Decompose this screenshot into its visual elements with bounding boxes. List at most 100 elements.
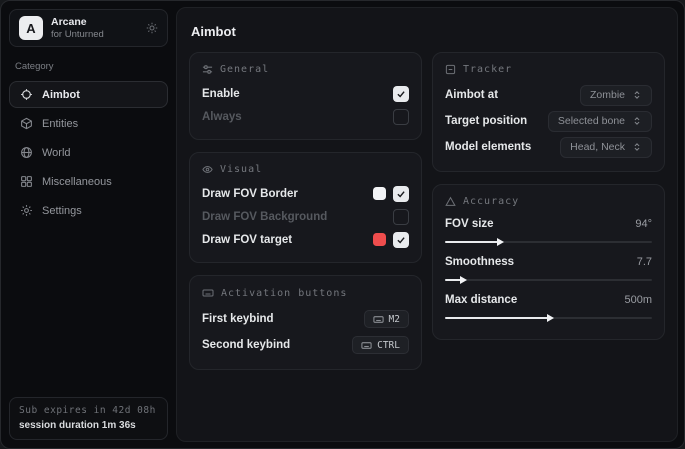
activation-buttons-card: Activation buttons First keybind M2 bbox=[189, 275, 422, 370]
sidebar-item-aimbot[interactable]: Aimbot bbox=[9, 81, 168, 108]
setting-row-first-keybind: First keybind M2 bbox=[202, 306, 409, 332]
setting-label: Target position bbox=[445, 115, 527, 127]
brand-card: A Arcane for Unturned bbox=[9, 9, 168, 47]
setting-row-model-elements: Model elements Head, Neck bbox=[445, 134, 652, 160]
right-column: Tracker Aimbot at Zombie bbox=[432, 52, 665, 340]
setting-label: Model elements bbox=[445, 141, 531, 153]
setting-label: FOV size bbox=[445, 218, 494, 230]
sliders-icon bbox=[202, 64, 213, 75]
slider-group-max-distance: Max distance 500m bbox=[445, 290, 652, 324]
slider-group-fov-size: FOV size 94° bbox=[445, 214, 652, 248]
triangle-icon bbox=[445, 196, 456, 207]
fov-size-slider[interactable] bbox=[445, 236, 652, 248]
enable-checkbox[interactable] bbox=[393, 86, 409, 102]
slider-group-smoothness: Smoothness 7.7 bbox=[445, 252, 652, 286]
gear-icon bbox=[20, 204, 33, 217]
setting-row-fov-target: Draw FOV target bbox=[202, 228, 409, 251]
keyboard-icon bbox=[361, 340, 372, 351]
slider-thumb[interactable] bbox=[547, 314, 554, 322]
slider-track bbox=[445, 279, 652, 281]
select-value: Zombie bbox=[590, 89, 625, 101]
smoothness-slider[interactable] bbox=[445, 274, 652, 286]
sidebar-item-label: World bbox=[42, 147, 71, 159]
setting-label: Second keybind bbox=[202, 339, 290, 351]
select-value: Head, Neck bbox=[570, 141, 625, 153]
setting-label: Draw FOV target bbox=[202, 234, 292, 246]
aimbot-at-select[interactable]: Zombie bbox=[580, 85, 652, 106]
slider-thumb[interactable] bbox=[497, 238, 504, 246]
keybind-value: CTRL bbox=[377, 340, 400, 351]
second-keybind-button[interactable]: CTRL bbox=[352, 336, 409, 354]
keyboard-icon bbox=[202, 287, 214, 299]
cube-icon bbox=[20, 117, 33, 130]
fov-border-checkbox[interactable] bbox=[393, 186, 409, 202]
fov-target-color-swatch[interactable] bbox=[373, 233, 386, 246]
slider-thumb[interactable] bbox=[460, 276, 467, 284]
fov-target-checkbox[interactable] bbox=[393, 232, 409, 248]
page-title: Aimbot bbox=[191, 24, 665, 39]
sub-expiry-text: Sub expires in 42d 08h bbox=[19, 405, 158, 416]
sidebar-item-entities[interactable]: Entities bbox=[9, 110, 168, 137]
setting-label: Always bbox=[202, 111, 242, 123]
general-card: General Enable Always bbox=[189, 52, 422, 140]
card-title: Visual bbox=[220, 164, 262, 175]
keybind-value: M2 bbox=[389, 314, 400, 325]
setting-label: Draw FOV Border bbox=[202, 188, 298, 200]
crosshair-icon bbox=[20, 88, 33, 101]
always-checkbox[interactable] bbox=[393, 109, 409, 125]
card-title: Tracker bbox=[463, 64, 512, 75]
setting-label: Aimbot at bbox=[445, 89, 498, 101]
setting-row-fov-border: Draw FOV Border bbox=[202, 182, 409, 205]
eye-icon bbox=[202, 164, 213, 175]
left-column: General Enable Always bbox=[189, 52, 422, 370]
sidebar-nav: Aimbot Entities World bbox=[9, 81, 168, 224]
select-value: Selected bone bbox=[558, 115, 625, 127]
setting-label: Enable bbox=[202, 88, 240, 100]
sidebar-item-miscellaneous[interactable]: Miscellaneous bbox=[9, 168, 168, 195]
setting-row-always: Always bbox=[202, 105, 409, 128]
brand-subtitle: for Unturned bbox=[51, 29, 104, 40]
setting-row-second-keybind: Second keybind CTRL bbox=[202, 332, 409, 358]
tracker-card: Tracker Aimbot at Zombie bbox=[432, 52, 665, 172]
sidebar-item-label: Aimbot bbox=[42, 89, 80, 101]
fov-background-checkbox[interactable] bbox=[393, 209, 409, 225]
setting-label: Smoothness bbox=[445, 256, 514, 268]
slider-value: 7.7 bbox=[637, 256, 652, 268]
gear-icon[interactable] bbox=[146, 22, 158, 34]
setting-label: First keybind bbox=[202, 313, 274, 325]
setting-row-fov-background: Draw FOV Background bbox=[202, 205, 409, 228]
category-label: Category bbox=[15, 61, 162, 72]
setting-label: Draw FOV Background bbox=[202, 211, 327, 223]
slider-fill bbox=[445, 317, 549, 319]
model-elements-select[interactable]: Head, Neck bbox=[560, 137, 652, 158]
sidebar-item-label: Miscellaneous bbox=[42, 176, 112, 188]
globe-icon bbox=[20, 146, 33, 159]
slider-fill bbox=[445, 241, 499, 243]
card-title: Accuracy bbox=[463, 196, 519, 207]
chevrons-up-down-icon bbox=[632, 116, 642, 126]
max-distance-slider[interactable] bbox=[445, 312, 652, 324]
slider-value: 94° bbox=[635, 218, 652, 230]
first-keybind-button[interactable]: M2 bbox=[364, 310, 409, 328]
sidebar-item-world[interactable]: World bbox=[9, 139, 168, 166]
subscription-status-card: Sub expires in 42d 08h session duration … bbox=[9, 397, 168, 440]
app-logo: A bbox=[19, 16, 43, 40]
card-title: Activation buttons bbox=[221, 288, 347, 299]
visual-card: Visual Draw FOV Border Draw FOV Backgrou… bbox=[189, 152, 422, 263]
sidebar: A Arcane for Unturned Category bbox=[1, 1, 176, 448]
target-position-select[interactable]: Selected bone bbox=[548, 111, 652, 132]
session-duration-text: session duration 1m 36s bbox=[19, 420, 158, 431]
keyboard-icon bbox=[373, 314, 384, 325]
slider-value: 500m bbox=[624, 294, 652, 306]
card-title: General bbox=[220, 64, 269, 75]
fov-border-color-swatch[interactable] bbox=[373, 187, 386, 200]
grid-icon bbox=[20, 175, 33, 188]
setting-row-enable: Enable bbox=[202, 82, 409, 105]
brand-text: Arcane for Unturned bbox=[51, 16, 104, 40]
logo-letter: A bbox=[26, 21, 35, 36]
app-window: A Arcane for Unturned Category bbox=[0, 0, 685, 449]
chevrons-up-down-icon bbox=[632, 90, 642, 100]
accuracy-card: Accuracy FOV size 94° bbox=[432, 184, 665, 340]
sidebar-item-label: Settings bbox=[42, 205, 82, 217]
sidebar-item-settings[interactable]: Settings bbox=[9, 197, 168, 224]
